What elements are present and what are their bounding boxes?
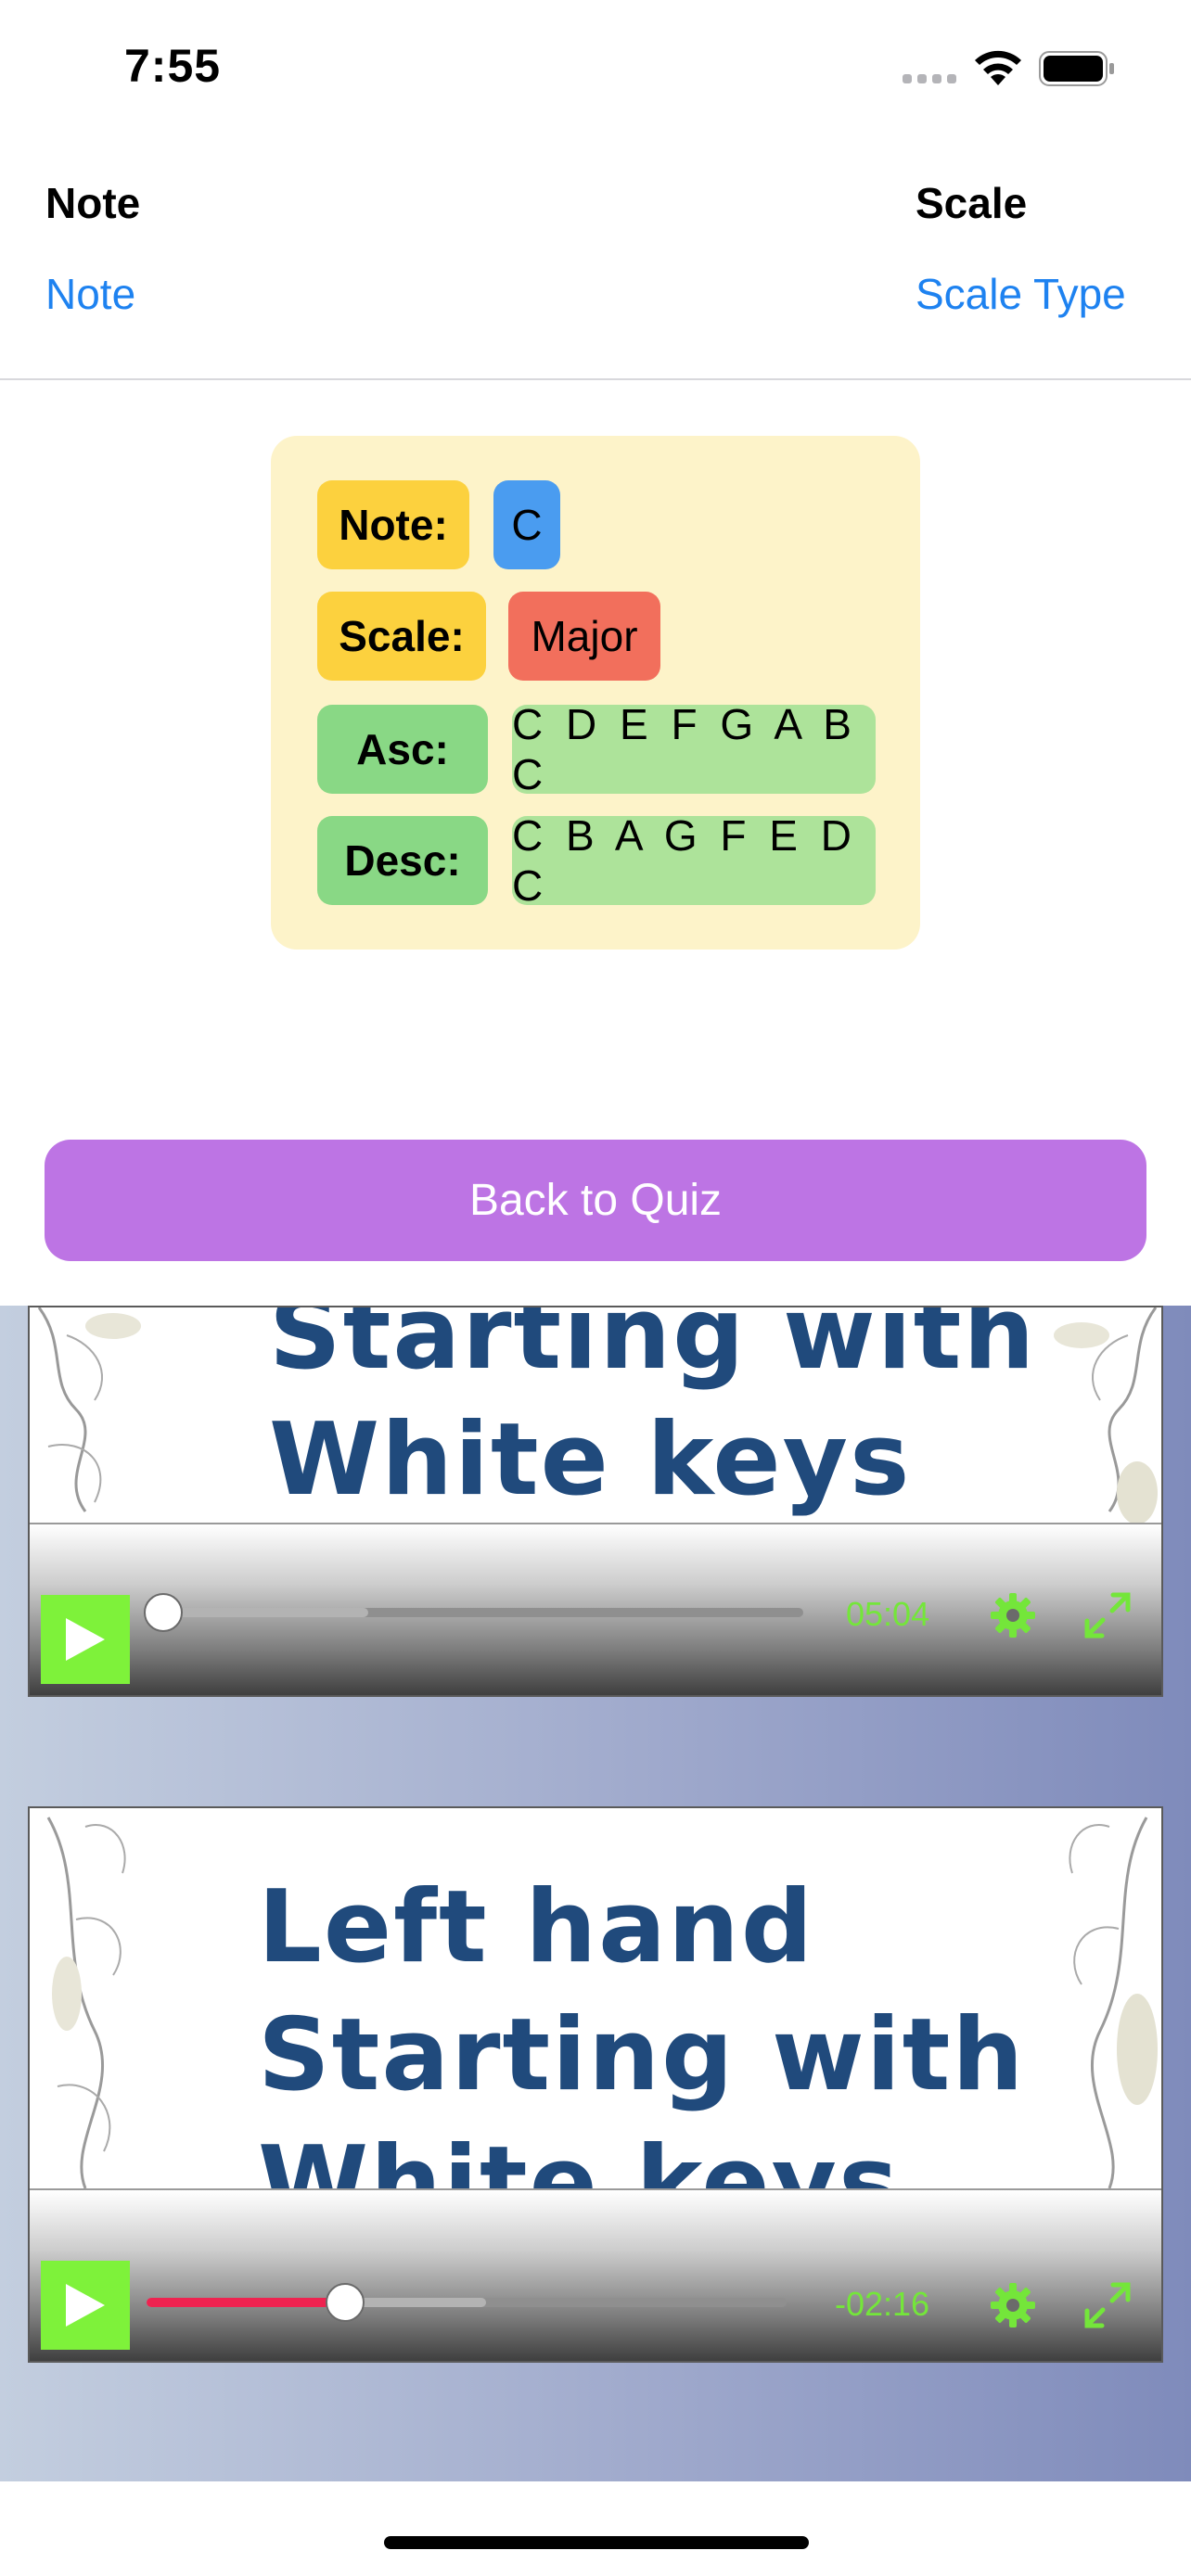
video-2-played-bar: [147, 2298, 345, 2307]
video-1-slide-line-1: Starting with: [269, 1306, 1037, 1392]
video-2-controls: -02:16: [30, 2188, 1161, 2361]
asc-label: Asc:: [317, 705, 488, 794]
video-1-settings-gear-icon[interactable]: [987, 1589, 1039, 1641]
floral-decoration-icon: [1069, 1817, 1158, 2189]
video-2-slide: Left hand Starting with White keys: [30, 1808, 1161, 2241]
note-picker-label: Note: [45, 179, 141, 227]
video-player-1: Starting with White keys 05:04: [28, 1306, 1163, 1697]
video-1-controls: 05:04: [30, 1523, 1161, 1695]
desc-notes: C B A G F E D C: [512, 811, 876, 910]
scale-value: Major: [508, 592, 660, 681]
video-1-slide: Starting with White keys: [30, 1306, 1161, 1526]
video-player-2: Left hand Starting with White keys -02:1…: [28, 1806, 1163, 2363]
asc-notes: C D E F G A B C: [512, 700, 876, 798]
note-value: C: [493, 480, 560, 569]
floral-decoration-icon: [46, 1817, 126, 2189]
status-time: 7:55: [124, 40, 222, 92]
video-2-seek-knob[interactable]: [325, 2283, 365, 2322]
video-1-slide-line-2: White keys: [269, 1402, 912, 1518]
video-list: Starting with White keys 05:04 Left hand…: [0, 1306, 1191, 2481]
note-label: Note:: [317, 480, 469, 569]
video-2-time: -02:16: [835, 2285, 930, 2323]
scale-picker-label: Scale: [916, 179, 1028, 227]
video-1-play-button[interactable]: [41, 1595, 130, 1684]
play-icon: [66, 2284, 105, 2327]
video-1-seek-knob[interactable]: [144, 1593, 183, 1632]
note-picker[interactable]: Note: [45, 269, 135, 319]
scale-label: Scale:: [317, 592, 486, 681]
wifi-icon: [975, 50, 1021, 85]
scale-type-picker[interactable]: Scale Type: [916, 269, 1126, 319]
scale-info-card: Note: C Scale: Major Asc: C D E F G A B …: [271, 436, 920, 950]
desc-label: Desc:: [317, 816, 488, 905]
cellular-signal-icon: [903, 74, 956, 83]
home-indicator: [384, 2536, 809, 2549]
back-to-quiz-button[interactable]: Back to Quiz: [45, 1140, 1146, 1261]
video-1-fullscreen-icon[interactable]: [1082, 1589, 1133, 1641]
video-2-fullscreen-icon[interactable]: [1082, 2279, 1133, 2331]
battery-icon: [1039, 51, 1114, 86]
video-2-play-button[interactable]: [41, 2261, 130, 2350]
floral-decoration-icon: [37, 1307, 141, 1512]
video-2-slide-line-1: Left hand: [258, 1869, 815, 1985]
header-divider: [0, 378, 1191, 380]
video-1-buffered-bar: [163, 1608, 368, 1617]
floral-decoration-icon: [1054, 1307, 1158, 1524]
play-icon: [66, 1618, 105, 1661]
video-2-settings-gear-icon[interactable]: [987, 2279, 1039, 2331]
video-2-slide-line-2: Starting with: [258, 1997, 1026, 2113]
video-1-time: 05:04: [846, 1595, 930, 1633]
